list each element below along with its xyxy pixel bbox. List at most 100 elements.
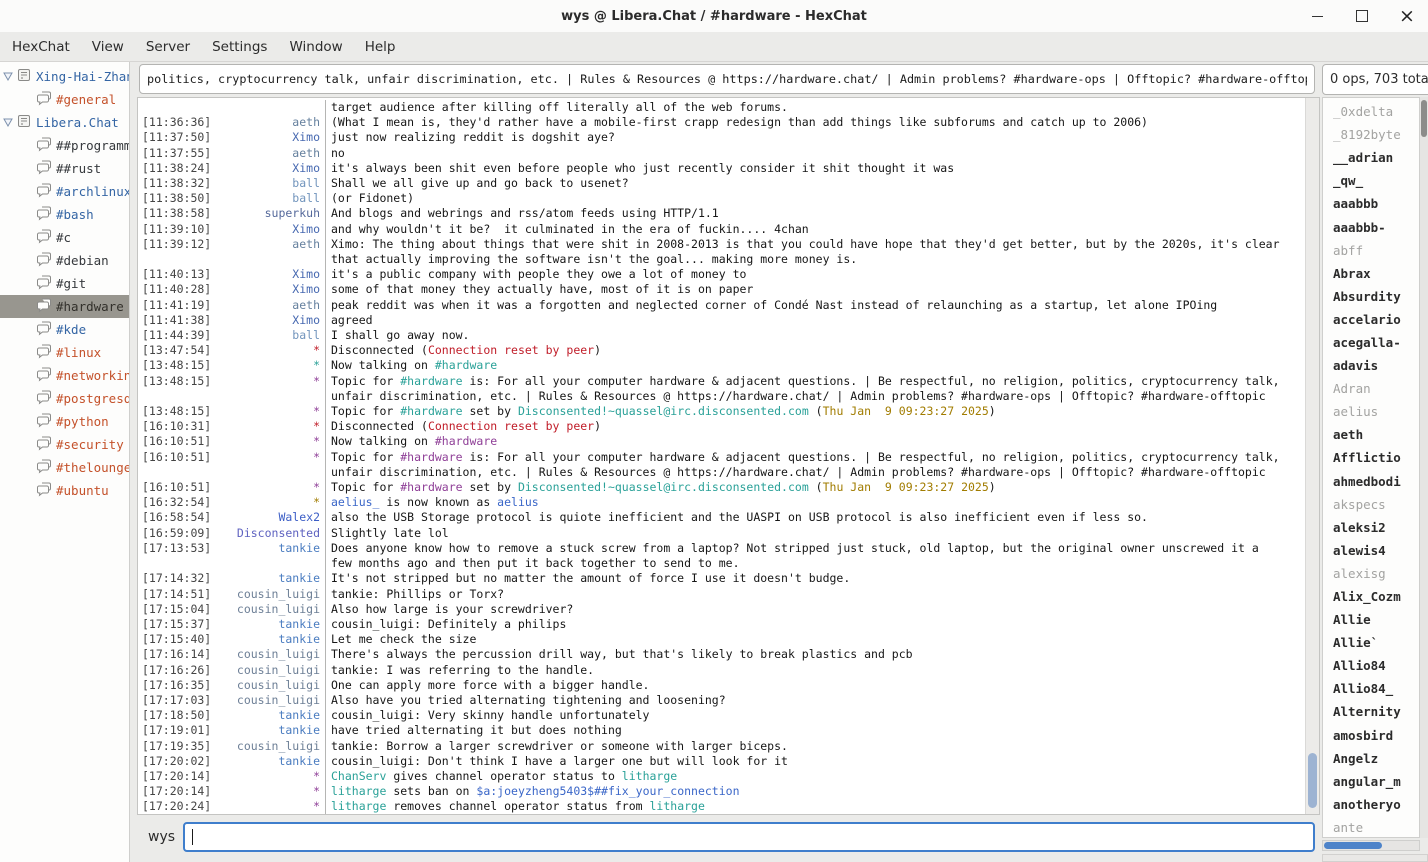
menu-item-server[interactable]: Server [146,39,190,55]
user-item-accelario[interactable]: accelario [1323,308,1419,331]
message-segment: ChanServ [331,769,386,783]
user-item-aaabbb[interactable]: aaabbb- [1323,215,1419,238]
tree-item-label: #hardware [56,299,124,314]
tree-item-bash[interactable]: #bash [0,203,129,226]
tree-item-networking[interactable]: #networking [0,364,129,387]
title-bar[interactable]: wys @ Libera.Chat / #hardware - HexChat … [0,0,1428,33]
tree-item-ubuntu[interactable]: #ubuntu [0,479,129,502]
nick-button[interactable]: wys [148,829,175,845]
message-segment: Disconnected ( [331,343,428,357]
user-item-adran[interactable]: Adran [1323,377,1419,400]
tree-item-libera-chat[interactable]: Libera.Chat [0,111,129,134]
tree-item-security[interactable]: #security [0,433,129,456]
topic-input[interactable] [139,64,1315,94]
chat-scrollbar[interactable] [1305,98,1319,814]
server-icon [16,67,32,86]
maximize-icon [1356,10,1368,22]
user-list-hscrollbar[interactable] [1322,840,1420,851]
user-item-aelius[interactable]: aelius [1323,400,1419,423]
user-item-acegalla[interactable]: acegalla- [1323,331,1419,354]
tree-item-general[interactable]: #general [0,88,129,111]
user-item-anotheryo[interactable]: anotheryo [1323,793,1419,816]
user-item-adrian[interactable]: __adrian [1323,146,1419,169]
expander-icon[interactable] [3,72,16,81]
timestamp: [17:15:40] [138,632,218,647]
message-segment: #hardware [400,404,462,418]
user-item-alternity[interactable]: Alternity [1323,700,1419,723]
menu-item-settings[interactable]: Settings [212,39,267,55]
tree-item-programming[interactable]: ##programming [0,134,129,157]
minimize-button[interactable] [1308,7,1326,25]
tree-item-thelounge[interactable]: #thelounge [0,456,129,479]
menu-item-view[interactable]: View [92,39,124,55]
user-item-adavis[interactable]: adavis [1323,354,1419,377]
user-item-alexisg[interactable]: alexisg [1323,562,1419,585]
user-item-allie[interactable]: Allie` [1323,631,1419,654]
tree-item-rust[interactable]: ##rust [0,157,129,180]
bottom-scrollbar-track[interactable] [1322,854,1428,862]
user-item-abff[interactable]: abff [1323,239,1419,262]
tree-item-c[interactable]: #c [0,226,129,249]
nick: superkuh [218,206,325,221]
user-item-8192byte[interactable]: _8192byte [1323,123,1419,146]
close-button[interactable]: × [1398,7,1416,25]
user-item-alewis4[interactable]: alewis4 [1323,539,1419,562]
chat-line: [11:40:28]Ximosome of that money they ac… [138,282,1305,297]
tree-item-xing-hai-zhan[interactable]: Xing-Hai-Zhan [0,65,129,88]
message-input[interactable] [183,822,1315,852]
chat-line: [11:38:24]Ximoit's always been shit even… [138,161,1305,176]
user-item-aeth[interactable]: aeth [1323,423,1419,446]
tree-item-debian[interactable]: #debian [0,249,129,272]
tree-item-hardware[interactable]: #hardware [0,295,129,318]
user-item-absurdity[interactable]: Absurdity [1323,285,1419,308]
tree-item-archlinux[interactable]: #archlinux [0,180,129,203]
user-list[interactable]: _0xdelta_8192byte__adrian_qw_aaabbbaaabb… [1322,97,1420,838]
channel-icon [36,389,52,408]
nick: Ximo [218,130,325,145]
tree-item-git[interactable]: #git [0,272,129,295]
chat-line: [17:15:37]tankiecousin_luigi: Definitely… [138,617,1305,632]
message-segment: One can apply more force with a bigger h… [331,678,650,692]
chat-line: [16:32:54]*aelius_ is now known as aeliu… [138,495,1305,510]
message: Disconnected (Connection reset by peer) [325,343,1305,358]
message-segment: litharge [331,799,386,813]
server-tree[interactable]: Xing-Hai-Zhan#generalLibera.Chat##progra… [0,62,130,862]
user-item-afflictio[interactable]: Afflictio [1323,446,1419,469]
tree-item-python[interactable]: #python [0,410,129,433]
tree-item-kde[interactable]: #kde [0,318,129,341]
user-item-ahmedbodi[interactable]: ahmedbodi [1323,470,1419,493]
user-item-ante[interactable]: ante [1323,816,1419,838]
user-item-angelz[interactable]: Angelz [1323,747,1419,770]
user-item-angular-m[interactable]: angular_m [1323,770,1419,793]
user-item-alix-cozm[interactable]: Alix_Cozm [1323,585,1419,608]
tree-item-linux[interactable]: #linux [0,341,129,364]
expander-icon[interactable] [3,118,16,127]
user-item-aaabbb[interactable]: aaabbb [1323,192,1419,215]
user-list-scrollbar[interactable] [1420,97,1428,838]
user-item-abrax[interactable]: Abrax [1323,262,1419,285]
user-item-qw[interactable]: _qw_ [1323,169,1419,192]
user-item-akspecs[interactable]: akspecs [1323,493,1419,516]
menu-item-hexchat[interactable]: HexChat [12,39,70,55]
menu-item-window[interactable]: Window [289,39,342,55]
menu-item-help[interactable]: Help [365,39,396,55]
nick: Ximo [218,282,325,297]
window-title: wys @ Libera.Chat / #hardware - HexChat [561,9,867,24]
message: unfair discrimination, etc. | Rules & Re… [325,465,1305,480]
maximize-button[interactable] [1353,7,1371,25]
channel-icon [36,481,52,500]
user-item-allio84[interactable]: Allio84 [1323,654,1419,677]
user-item-aleksi2[interactable]: aleksi2 [1323,516,1419,539]
user-list-hscrollbar-thumb[interactable] [1324,842,1382,849]
user-item-0xdelta[interactable]: _0xdelta [1323,100,1419,123]
chat-scrollbar-thumb[interactable] [1308,753,1317,808]
chat-panel[interactable]: target audience after killing off litera… [137,97,1320,815]
user-item-amosbird[interactable]: amosbird [1323,724,1419,747]
message-segment: ) [989,480,996,494]
nick: * [218,343,325,358]
user-item-allie[interactable]: Allie [1323,608,1419,631]
user-list-scrollbar-thumb[interactable] [1421,100,1427,137]
user-item-allio84[interactable]: Allio84_ [1323,677,1419,700]
message-segment: removes channel operator status from [386,799,649,813]
tree-item-postgresql[interactable]: #postgresql [0,387,129,410]
